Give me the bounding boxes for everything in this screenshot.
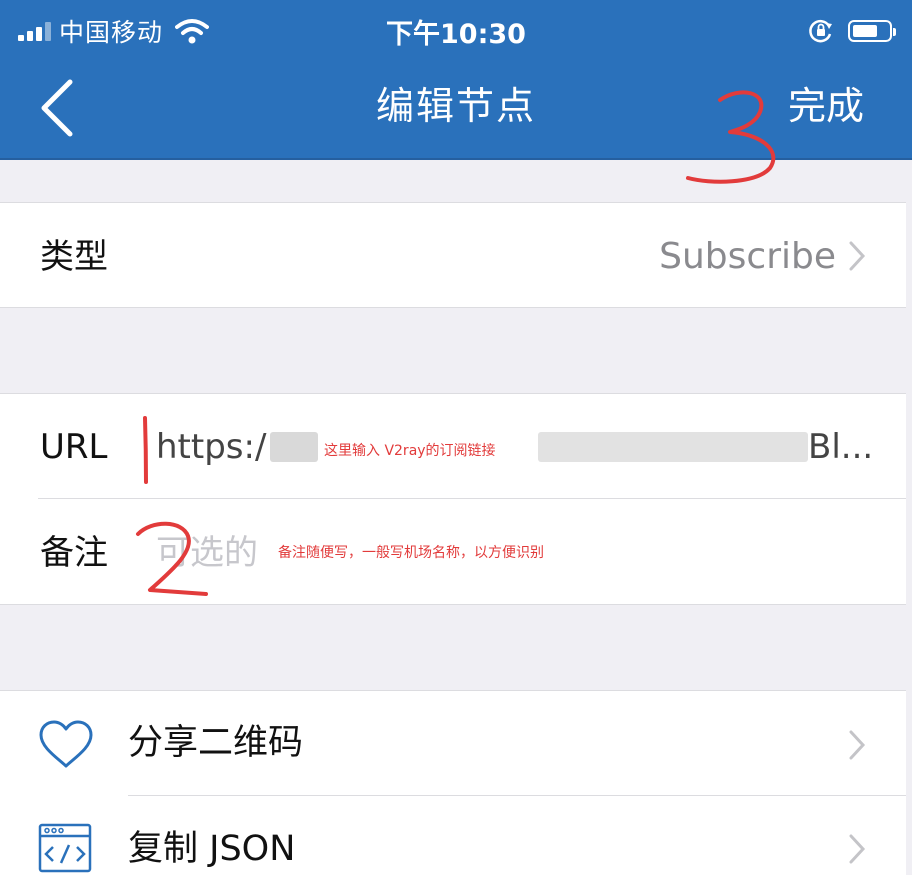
annotation-overlay <box>136 90 776 596</box>
annotation-mark-1 <box>143 416 148 484</box>
annotation-mark-2 <box>136 521 208 596</box>
annotation-mark-3 <box>686 90 776 184</box>
